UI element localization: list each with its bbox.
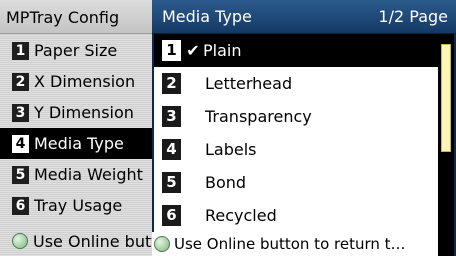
menu-item-media-weight[interactable]: 5 Media Weight	[0, 159, 152, 190]
menu-item-label: Media Weight	[34, 165, 143, 184]
menu-item-number: 3	[12, 103, 29, 122]
menu-item-label: Media Type	[34, 134, 124, 153]
menu-item-label: Tray Usage	[34, 196, 123, 215]
menu-item-number: 4	[12, 134, 29, 153]
online-button-icon	[12, 233, 28, 249]
panel-title: Media Type	[162, 7, 252, 26]
online-button-icon	[154, 236, 170, 252]
panel-header: Media Type 1/2 Page	[152, 0, 456, 34]
option-label: Labels	[205, 140, 257, 159]
option-list: 1 ✔ Plain 2 Letterhead 3 Transparency 4 …	[154, 34, 438, 232]
menu-item-number: 6	[12, 196, 29, 215]
printer-lcd-screen: MPTray Config 1 Paper Size 2 X Dimension…	[0, 0, 456, 256]
option-label: Recycled	[205, 206, 277, 225]
option-number: 3	[162, 106, 181, 127]
option-number: 4	[162, 139, 181, 160]
menu-item-media-type[interactable]: 4 Media Type	[0, 128, 152, 159]
option-label: Plain	[203, 41, 242, 60]
option-labels[interactable]: 4 Labels	[154, 133, 438, 166]
option-number: 6	[162, 205, 181, 226]
online-hint-text: Use Online button to return t…	[174, 235, 406, 253]
menu-item-label: Y Dimension	[34, 103, 134, 122]
option-recycled[interactable]: 6 Recycled	[154, 199, 438, 232]
check-icon: ✔	[186, 41, 200, 60]
menu-item-label: Paper Size	[34, 41, 118, 60]
option-label: Letterhead	[205, 74, 293, 93]
online-hint-text: Use Online button to return	[33, 231, 152, 251]
option-number: 1	[162, 40, 181, 61]
parent-menu-panel: MPTray Config 1 Paper Size 2 X Dimension…	[0, 0, 152, 256]
option-letterhead[interactable]: 2 Letterhead	[154, 67, 438, 100]
media-type-panel: Media Type 1/2 Page 1 ✔ Plain 2 Letterhe…	[152, 0, 456, 256]
option-number: 5	[162, 172, 181, 193]
menu-item-number: 2	[12, 72, 29, 91]
menu-item-number: 1	[12, 41, 29, 60]
online-hint-bar: Use Online button to return t…	[152, 232, 438, 256]
option-transparency[interactable]: 3 Transparency	[154, 100, 438, 133]
menu-item-label: X Dimension	[34, 72, 136, 91]
parent-menu-title: MPTray Config	[0, 0, 152, 34]
option-number: 2	[162, 73, 181, 94]
scrollbar-thumb[interactable]	[441, 44, 451, 152]
online-hint: Use Online button to return	[0, 226, 152, 256]
option-bond[interactable]: 5 Bond	[154, 166, 438, 199]
page-indicator: 1/2 Page	[378, 7, 448, 26]
menu-item-x-dimension[interactable]: 2 X Dimension	[0, 66, 152, 97]
menu-item-y-dimension[interactable]: 3 Y Dimension	[0, 97, 152, 128]
option-plain[interactable]: 1 ✔ Plain	[154, 34, 438, 67]
option-label: Bond	[205, 173, 247, 192]
menu-item-number: 5	[12, 165, 29, 184]
menu-item-tray-usage[interactable]: 6 Tray Usage	[0, 190, 152, 221]
option-label: Transparency	[205, 107, 312, 126]
menu-item-paper-size[interactable]: 1 Paper Size	[0, 35, 152, 66]
